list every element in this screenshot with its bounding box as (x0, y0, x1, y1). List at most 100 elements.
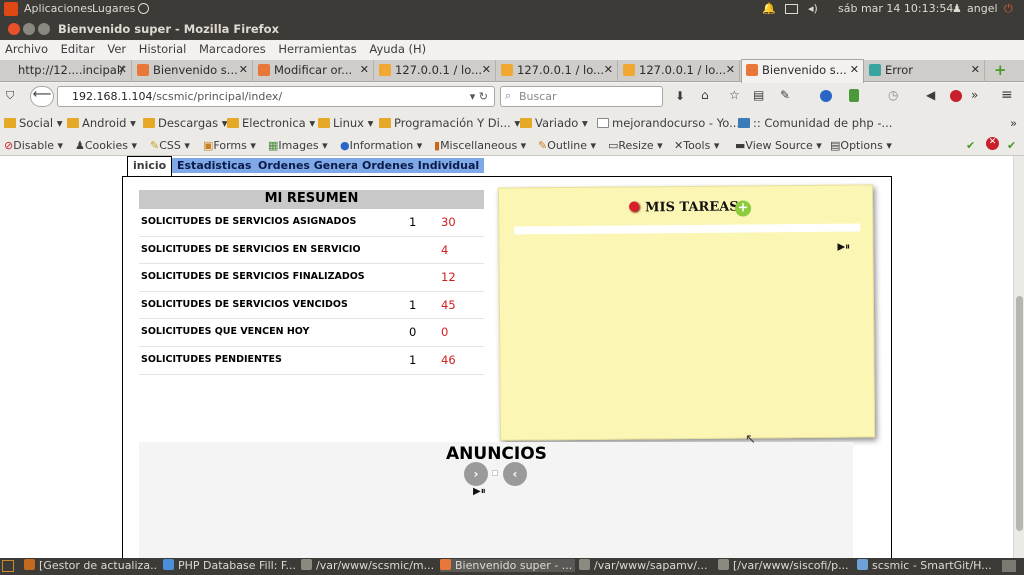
bookmark-comunidad-php[interactable]: :: Comunidad de php -... (738, 116, 892, 130)
bookmark-folder-linux[interactable]: Linux ▾ (318, 116, 373, 130)
tools-icon[interactable]: ✎ (780, 88, 790, 102)
tab-ordenes-general[interactable]: Ordenes General (253, 158, 368, 173)
taskbar-item[interactable]: PHP Database Fill: F... (163, 559, 296, 572)
show-desktop-icon[interactable] (2, 560, 14, 572)
minimize-window-button[interactable] (23, 23, 35, 35)
workspace-icon[interactable] (1002, 560, 1016, 572)
check-icon[interactable]: ✔ (966, 139, 975, 152)
wd-information[interactable]: ●Information ▾ (340, 139, 422, 152)
volume-icon[interactable]: ◂) (808, 2, 818, 15)
slide-indicator[interactable] (492, 470, 498, 476)
close-tab-icon[interactable]: ✕ (971, 63, 980, 76)
timer-icon[interactable]: ◷ (888, 88, 898, 102)
tab-4[interactable]: 127.0.0.1 / lo... ✕ (375, 60, 496, 82)
row-total[interactable]: 45 (441, 298, 456, 312)
menu-editar[interactable]: Editar (61, 42, 95, 56)
maximize-window-button[interactable] (38, 23, 50, 35)
scrollbar-thumb[interactable] (1016, 296, 1023, 531)
close-tab-icon[interactable]: ✕ (118, 63, 127, 76)
reload-icon[interactable]: ▾ ↻ (470, 90, 488, 103)
menu-historial[interactable]: Historial (139, 42, 187, 56)
home-icon[interactable]: ⌂ (701, 88, 709, 102)
row-total[interactable]: 30 (441, 215, 456, 229)
bookmark-folder-variado[interactable]: Variado ▾ (520, 116, 588, 130)
close-tab-icon[interactable]: ✕ (604, 63, 613, 76)
add-task-button[interactable]: + (735, 200, 752, 217)
download-icon[interactable]: ⬇ (675, 89, 685, 103)
bell-icon[interactable]: 🔔 (762, 2, 776, 15)
close-tab-icon[interactable]: ✕ (239, 63, 248, 76)
power-icon[interactable]: ⏻ (1004, 2, 1013, 16)
tab-2[interactable]: Bienvenido s... ✕ (133, 60, 253, 82)
wd-disable[interactable]: ⊘Disable ▾ (4, 139, 63, 152)
bookmarks-overflow-icon[interactable]: » (1010, 116, 1017, 130)
taskbar-item[interactable]: scsmic - SmartGit/H... (857, 559, 992, 572)
close-tab-icon[interactable]: ✕ (360, 63, 369, 76)
adblock-icon[interactable] (950, 90, 962, 102)
wd-css[interactable]: ✎CSS ▾ (150, 139, 190, 152)
wd-forms[interactable]: ▣Forms ▾ (203, 139, 256, 152)
bookmark-star-icon[interactable]: ☆ (729, 88, 740, 102)
tab-1[interactable]: http://12....incipal/✕ (0, 60, 132, 82)
globe-addon-icon[interactable] (820, 90, 832, 102)
wd-options[interactable]: ▤Options ▾ (830, 139, 892, 152)
user-icon[interactable]: ♟ (952, 2, 962, 15)
error-icon[interactable]: ✕ (986, 137, 999, 150)
wd-outline[interactable]: ✎Outline ▾ (538, 139, 596, 152)
tab-ordenes-individual[interactable]: Ordenes Individual (357, 158, 485, 173)
places-menu[interactable]: Lugares (92, 2, 135, 15)
bookmark-folder-descargas[interactable]: Descargas ▾ (143, 116, 228, 130)
wd-resize[interactable]: ▭Resize ▾ (608, 139, 663, 152)
menu-herramientas[interactable]: Herramientas (278, 42, 356, 56)
clipboard-icon[interactable]: ▤ (753, 88, 764, 102)
close-tab-icon[interactable]: ✕ (726, 63, 735, 76)
back-button[interactable]: ⟵ (30, 86, 54, 107)
taskbar-item[interactable]: [Gestor de actualiza... (24, 559, 158, 572)
wd-images[interactable]: ▦Images ▾ (268, 139, 328, 152)
globe-icon[interactable] (138, 3, 149, 14)
bookmark-folder-social[interactable]: Social ▾ (4, 116, 63, 130)
message-icon[interactable] (785, 4, 798, 14)
user-name[interactable]: angel (967, 2, 998, 15)
prev-arrow-icon[interactable]: ‹ (503, 462, 527, 486)
row-total[interactable]: 12 (441, 270, 456, 284)
tab-5[interactable]: 127.0.0.1 / lo... ✕ (497, 60, 618, 82)
tab-inicio[interactable]: inicio (127, 156, 173, 176)
row-total[interactable]: 4 (441, 243, 448, 257)
tab-estadisticas[interactable]: Estadisticas (172, 158, 257, 173)
pocket-icon[interactable]: ⛉ (6, 89, 14, 103)
bookmark-folder-electronica[interactable]: Electronica ▾ (227, 116, 315, 130)
taskbar-item-active[interactable]: Bienvenido super - ... (440, 559, 575, 572)
next-arrow-icon[interactable]: › (464, 462, 488, 486)
addon-green-icon[interactable] (849, 89, 859, 102)
row-total[interactable]: 46 (441, 353, 456, 367)
close-window-button[interactable] (8, 23, 20, 35)
bookmark-folder-programacion[interactable]: Programación Y Di... ▾ (379, 116, 520, 130)
menu-marcadores[interactable]: Marcadores (199, 42, 266, 56)
ubuntu-app-icon[interactable] (4, 2, 18, 16)
close-tab-icon[interactable]: ✕ (850, 63, 859, 76)
wd-tools[interactable]: ✕Tools ▾ (674, 139, 719, 152)
tab-6[interactable]: 127.0.0.1 / lo... ✕ (619, 60, 740, 82)
bookmark-mejorandocurso[interactable]: mejorandocurso - Yo... (597, 116, 740, 130)
overflow-icon[interactable]: » (971, 88, 978, 102)
play-pause-icon[interactable]: ▶⏸ (473, 486, 486, 497)
check-icon[interactable]: ✔ (1007, 139, 1016, 152)
new-tab-icon[interactable]: + (994, 61, 1007, 79)
menu-ayuda[interactable]: Ayuda (H) (369, 42, 426, 56)
menu-archivo[interactable]: Archivo (5, 42, 48, 56)
row-total[interactable]: 0 (441, 325, 448, 339)
hamburger-menu-icon[interactable]: ≡ (1001, 87, 1013, 103)
send-icon[interactable]: ◀ (926, 88, 935, 102)
taskbar-item[interactable]: /var/www/scsmic/m... (301, 559, 436, 572)
bookmark-folder-android[interactable]: Android ▾ (67, 116, 136, 130)
wd-miscellaneous[interactable]: ▮Miscellaneous ▾ (434, 139, 526, 152)
tab-8[interactable]: Error ✕ (865, 60, 985, 82)
wd-view-source[interactable]: ▬View Source ▾ (735, 139, 822, 152)
clock[interactable]: sáb mar 14 10:13:54 (838, 2, 953, 15)
page-scrollbar[interactable] (1013, 156, 1024, 558)
taskbar-item[interactable]: /var/www/sapamv/... (579, 559, 714, 572)
tab-3[interactable]: Modificar or... ✕ (254, 60, 374, 82)
wd-cookies[interactable]: ♟Cookies ▾ (75, 139, 137, 152)
applications-menu[interactable]: Aplicaciones (24, 2, 93, 15)
